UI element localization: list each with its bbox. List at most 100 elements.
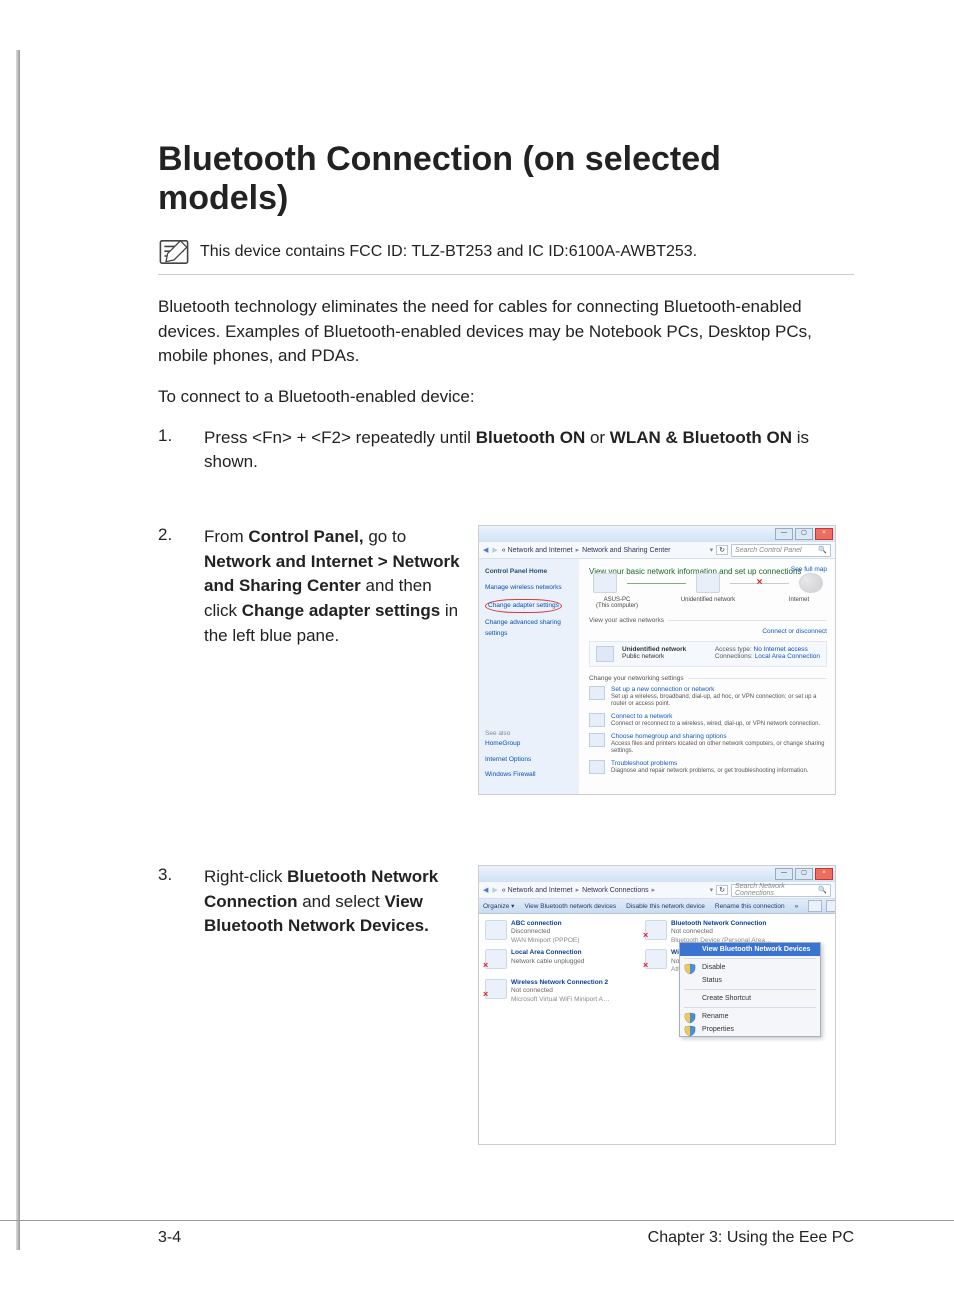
manage-wireless-link[interactable]: Manage wireless networks xyxy=(485,583,573,593)
net-label: Internet xyxy=(771,597,827,609)
page-number: 3-4 xyxy=(158,1229,181,1247)
connect-disconnect-link[interactable]: Connect or disconnect xyxy=(589,628,827,635)
bench-icon xyxy=(596,646,614,662)
search-icon: 🔍 xyxy=(818,546,827,554)
fcc-note-text: This device contains FCC ID: TLZ-BT253 a… xyxy=(200,243,697,261)
menu-item[interactable]: Rename xyxy=(680,1010,820,1023)
adapter-icon: × xyxy=(485,949,507,969)
see-internet-options[interactable]: Internet Options xyxy=(485,755,573,765)
step-num: 1. xyxy=(158,426,204,446)
step-text: From Control Panel, go to Network and In… xyxy=(204,525,478,648)
minimize-button[interactable]: — xyxy=(775,868,793,880)
see-windows-firewall[interactable]: Windows Firewall xyxy=(485,770,573,780)
breadcrumb[interactable]: « Network and Internet▸Network and Shari… xyxy=(502,546,707,554)
context-menu: View Bluetooth Network Devices DisableSta… xyxy=(679,942,821,1037)
view-mode-icon[interactable] xyxy=(808,900,822,912)
connections-grid: ABC connectionDisconnectedWAN Miniport (… xyxy=(479,914,835,1145)
page-title: Bluetooth Connection (on selected models… xyxy=(158,140,854,218)
note-icon xyxy=(158,238,190,266)
menu-item[interactable]: Disable xyxy=(680,961,820,974)
networking-option[interactable]: Choose homegroup and sharing optionsAcce… xyxy=(589,733,827,754)
step-num: 2. xyxy=(158,525,204,545)
step1-b1: Bluetooth ON xyxy=(476,428,586,447)
networking-option[interactable]: Set up a new connection or networkSet up… xyxy=(589,686,827,707)
window-titlebar: — ▢ × xyxy=(479,866,835,882)
search-icon: 🔍 xyxy=(818,886,827,894)
breadcrumb[interactable]: « Network and Internet▸Network Connectio… xyxy=(502,886,707,894)
refresh-icon[interactable]: ↻ xyxy=(716,885,728,895)
network-icon xyxy=(696,573,720,593)
adapter-icon: × xyxy=(485,979,507,999)
lac-link[interactable]: Local Area Connection xyxy=(755,653,820,660)
adapter-icon: × xyxy=(645,949,667,969)
connection-item[interactable]: ×Wireless Network Connection 2Not connec… xyxy=(485,979,635,1004)
preview-pane-icon[interactable] xyxy=(826,900,836,912)
networking-option[interactable]: Troubleshoot problemsDiagnose and repair… xyxy=(589,760,827,774)
lead-line: To connect to a Bluetooth-enabled device… xyxy=(158,385,854,410)
refresh-icon[interactable]: ↻ xyxy=(716,545,728,555)
step-2: 2. From Control Panel, go to Network and… xyxy=(158,525,854,795)
left-pane: Control Panel Home Manage wireless netwo… xyxy=(479,559,579,795)
back-icon[interactable]: ◀ xyxy=(483,546,488,554)
active-network-panel: Unidentified networkPublic network Acces… xyxy=(589,641,827,667)
maximize-button[interactable]: ▢ xyxy=(795,868,813,880)
tb-rename[interactable]: Rename this connection xyxy=(715,903,785,910)
screenshot-network-connections: — ▢ × ◀ ▶ « Network and Internet▸Network… xyxy=(478,865,836,1145)
fcc-note-callout: This device contains FCC ID: TLZ-BT253 a… xyxy=(158,230,854,275)
adapter-icon xyxy=(485,920,507,940)
tb-view-bt[interactable]: View Bluetooth network devices xyxy=(524,903,616,910)
shield-icon xyxy=(684,1025,696,1037)
option-icon xyxy=(589,686,605,700)
maximize-button[interactable]: ▢ xyxy=(795,528,813,540)
option-icon xyxy=(589,713,605,727)
connection-item[interactable]: ×Local Area ConnectionNetwork cable unpl… xyxy=(485,949,635,974)
change-adapter-link[interactable]: Change adapter settings xyxy=(485,599,562,613)
screenshot-network-sharing-center: — ▢ × ◀ ▶ « Network and Internet▸Network… xyxy=(478,525,836,795)
organize-menu[interactable]: Organize ▾ xyxy=(483,902,514,910)
intro-paragraph: Bluetooth technology eliminates the need… xyxy=(158,295,854,369)
change-settings-label: Change your networking settings xyxy=(589,675,684,682)
step-3: 3. Right-click Bluetooth Network Connect… xyxy=(158,865,854,1145)
networking-option[interactable]: Connect to a networkConnect or reconnect… xyxy=(589,713,827,727)
view-active-label: View your active networks xyxy=(589,617,664,624)
see-homegroup[interactable]: HomeGroup xyxy=(485,739,573,749)
link-line-ok xyxy=(627,583,686,584)
steps-list: 1. Press <Fn> + <F2> repeatedly until Bl… xyxy=(158,426,854,1145)
advanced-sharing-link[interactable]: Change advanced sharing settings xyxy=(485,618,573,639)
close-button[interactable]: × xyxy=(815,528,833,540)
back-icon[interactable]: ◀ xyxy=(483,886,488,894)
menu-item[interactable]: Status xyxy=(680,974,820,987)
cp-home-link[interactable]: Control Panel Home xyxy=(485,567,573,577)
internet-icon xyxy=(799,573,823,593)
step-1: 1. Press <Fn> + <F2> repeatedly until Bl… xyxy=(158,426,854,475)
step1-b2: WLAN & Bluetooth ON xyxy=(610,428,792,447)
menu-item[interactable]: Properties xyxy=(680,1023,820,1036)
connection-item[interactable]: ABC connectionDisconnectedWAN Miniport (… xyxy=(485,920,635,945)
step-text: Press <Fn> + <F2> repeatedly until Bluet… xyxy=(204,426,854,475)
search-input[interactable]: Search Control Panel🔍 xyxy=(731,544,831,557)
adapter-icon: × xyxy=(645,920,667,940)
address-bar: ◀ ▶ « Network and Internet▸Network and S… xyxy=(479,542,835,559)
fwd-icon[interactable]: ▶ xyxy=(492,886,497,894)
binding-shadow xyxy=(16,50,20,1250)
pc-label: ASUS-PC(This computer) xyxy=(589,597,645,609)
fwd-icon[interactable]: ▶ xyxy=(492,546,497,554)
tb-overflow[interactable]: » xyxy=(795,903,799,910)
step1-pre: Press <Fn> + <F2> repeatedly until xyxy=(204,428,476,447)
option-icon xyxy=(589,733,605,747)
tb-disable[interactable]: Disable this network device xyxy=(626,903,705,910)
page-footer: 3-4 Chapter 3: Using the Eee PC xyxy=(0,1220,954,1247)
menu-item[interactable]: Create Shortcut xyxy=(680,992,820,1005)
menu-item[interactable]: View Bluetooth Network Devices xyxy=(680,943,820,956)
link-line-broken xyxy=(730,583,789,584)
network-diagram xyxy=(593,573,823,593)
close-button[interactable]: × xyxy=(815,868,833,880)
search-input[interactable]: Search Network Connections🔍 xyxy=(731,884,831,897)
minimize-button[interactable]: — xyxy=(775,528,793,540)
main-pane: View your basic network information and … xyxy=(579,559,835,795)
mid-label: Unidentified network xyxy=(680,597,736,609)
see-also-header: See also xyxy=(485,729,573,739)
window-titlebar: — ▢ × xyxy=(479,526,835,542)
step-num: 3. xyxy=(158,865,204,885)
pc-icon xyxy=(593,573,617,593)
